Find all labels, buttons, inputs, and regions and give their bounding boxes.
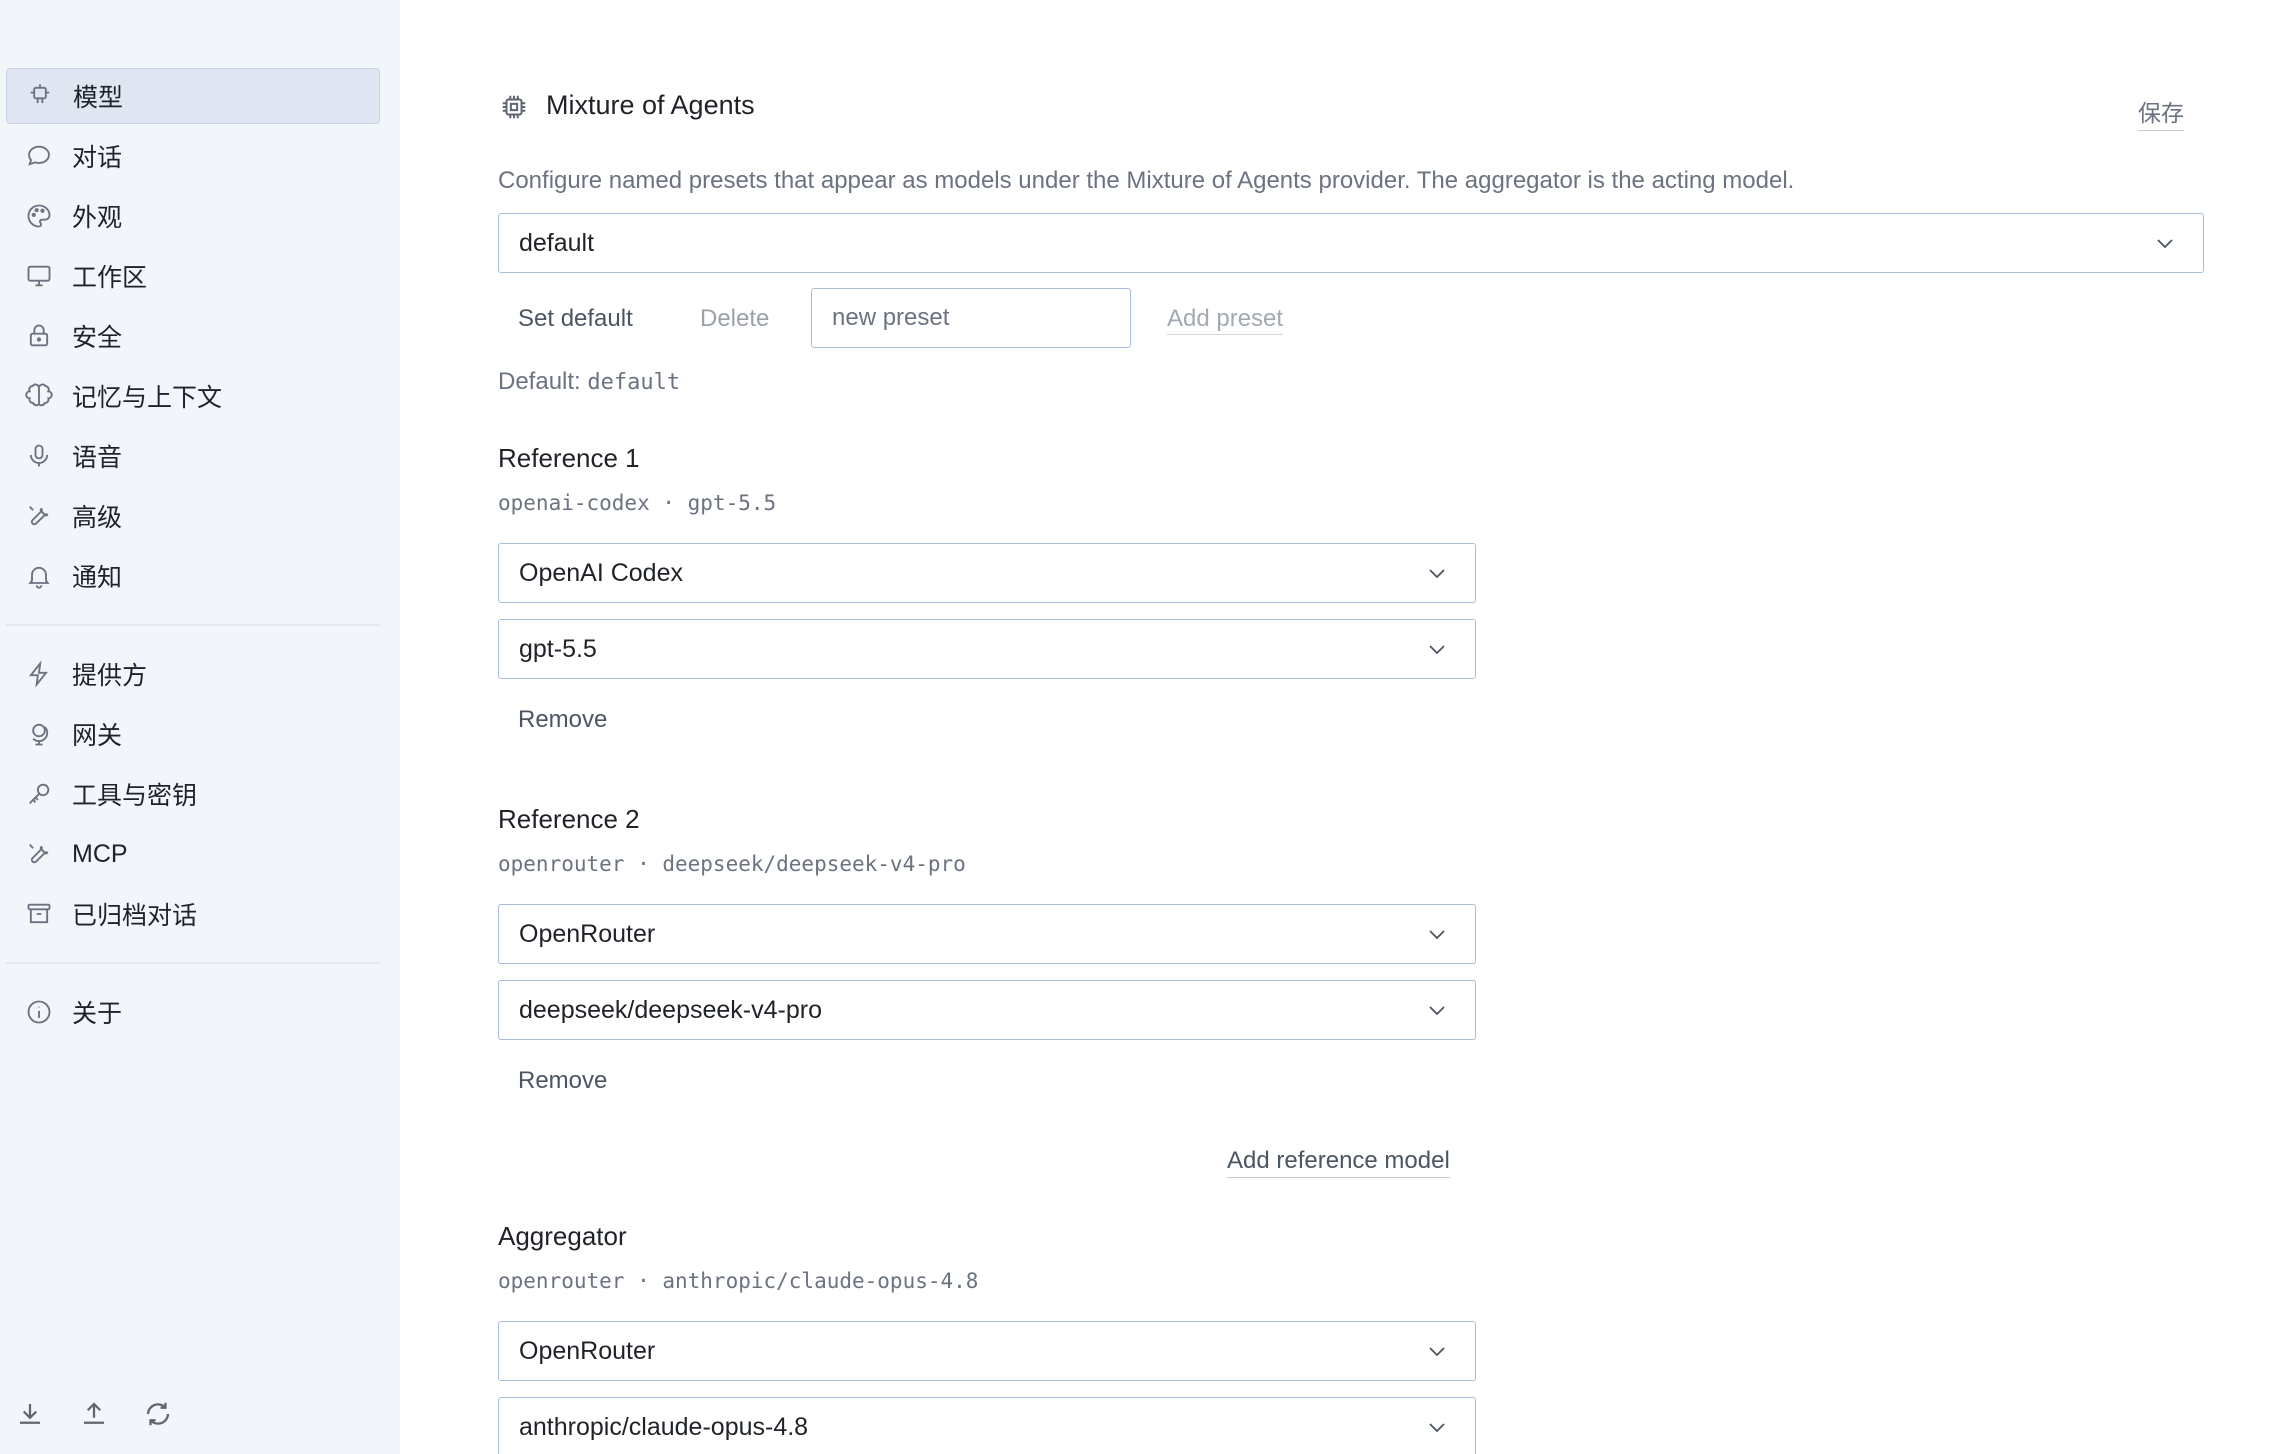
- archive-icon: [24, 899, 54, 929]
- sidebar-item-label: 外观: [72, 204, 123, 232]
- bell-icon: [24, 561, 54, 591]
- monitor-icon: [24, 261, 54, 291]
- provider-select-value: OpenAI Codex: [519, 558, 683, 587]
- sidebar-item-appearance[interactable]: 外观: [6, 188, 380, 244]
- wrench-icon: [24, 839, 54, 869]
- reference-1-title: Reference 1: [498, 443, 640, 473]
- sidebar-item-models[interactable]: 模型: [6, 68, 380, 124]
- upload-icon[interactable]: [78, 1398, 110, 1430]
- reference-2-model-select[interactable]: deepseek/deepseek-v4-pro: [498, 980, 1476, 1040]
- chevron-down-icon: [2153, 231, 2177, 255]
- palette-icon: [24, 201, 54, 231]
- reference-1-model-select[interactable]: gpt-5.5: [498, 619, 1476, 679]
- sidebar-divider: [6, 624, 380, 626]
- aggregator-provider-select[interactable]: OpenRouter: [498, 1321, 1476, 1381]
- reference-2-summary: openrouter · deepseek/deepseek-v4-pro: [498, 852, 966, 876]
- default-prefix: Default:: [498, 368, 581, 395]
- provider-select-value: OpenRouter: [519, 1336, 656, 1365]
- sidebar-item-chat[interactable]: 对话: [6, 128, 380, 184]
- lock-icon: [24, 321, 54, 351]
- add-reference-model-button[interactable]: Add reference model: [1227, 1147, 1450, 1178]
- main-panel: Mixture of Agents 保存 Configure named pre…: [400, 0, 2274, 1454]
- sidebar-item-voice[interactable]: 语音: [6, 428, 380, 484]
- default-preset-line: Default: default: [498, 368, 680, 396]
- brain-icon: [24, 381, 54, 411]
- info-icon: [24, 997, 54, 1027]
- sidebar-item-label: 记忆与上下文: [72, 384, 223, 412]
- reference-1-summary: openai-codex · gpt-5.5: [498, 491, 777, 515]
- key-icon: [24, 779, 54, 809]
- provider-select-value: OpenRouter: [519, 919, 656, 948]
- cpu-icon: [499, 92, 529, 122]
- sidebar-item-workspace[interactable]: 工作区: [6, 248, 380, 304]
- new-preset-input[interactable]: [811, 288, 1131, 348]
- aggregator-summary: openrouter · anthropic/claude-opus-4.8: [498, 1269, 979, 1293]
- sidebar-item-providers[interactable]: 提供方: [6, 646, 380, 702]
- sidebar-item-label: 通知: [72, 564, 123, 592]
- sidebar-item-security[interactable]: 安全: [6, 308, 380, 364]
- sidebar-item-label: 高级: [72, 504, 123, 532]
- sidebar-item-advanced[interactable]: 高级: [6, 488, 380, 544]
- reference-2-remove-button[interactable]: Remove: [518, 1067, 607, 1095]
- sidebar-item-label: MCP: [72, 839, 128, 868]
- sidebar-item-about[interactable]: 关于: [6, 984, 380, 1040]
- sidebar-item-memory[interactable]: 记忆与上下文: [6, 368, 380, 424]
- lightning-icon: [24, 659, 54, 689]
- chevron-down-icon: [1425, 1339, 1449, 1363]
- model-select-value: gpt-5.5: [519, 634, 597, 663]
- sidebar-item-tools-keys[interactable]: 工具与密钥: [6, 766, 380, 822]
- sidebar-item-label: 语音: [72, 444, 123, 472]
- default-value: default: [587, 370, 681, 395]
- globe-stand-icon: [24, 719, 54, 749]
- model-select-value: anthropic/claude-opus-4.8: [519, 1412, 809, 1441]
- sidebar-item-label: 工具与密钥: [72, 782, 198, 810]
- save-button[interactable]: 保存: [2138, 94, 2184, 131]
- aggregator-model-select[interactable]: anthropic/claude-opus-4.8: [498, 1397, 1476, 1454]
- sidebar-item-label: 已归档对话: [72, 902, 198, 930]
- chevron-down-icon: [1425, 561, 1449, 585]
- chevron-down-icon: [1425, 922, 1449, 946]
- sidebar-item-archived[interactable]: 已归档对话: [6, 886, 380, 942]
- chevron-down-icon: [1425, 1415, 1449, 1439]
- sidebar-item-mcp[interactable]: MCP: [6, 826, 380, 882]
- cpu-icon: [25, 81, 55, 111]
- reference-1-remove-button[interactable]: Remove: [518, 706, 607, 734]
- add-preset-button[interactable]: Add preset: [1167, 305, 1284, 335]
- sidebar-item-label: 对话: [72, 144, 123, 172]
- sidebar-divider: [6, 962, 380, 964]
- set-default-button[interactable]: Set default: [518, 305, 633, 333]
- sidebar-item-gateway[interactable]: 网关: [6, 706, 380, 762]
- sidebar: 模型 对话 外观 工作区 安全 记忆与上下文 语音 高级 通知 提供方 网关 工…: [0, 0, 400, 1454]
- sidebar-item-label: 网关: [72, 722, 123, 750]
- sidebar-item-notifications[interactable]: 通知: [6, 548, 380, 604]
- refresh-icon[interactable]: [142, 1398, 174, 1430]
- sidebar-item-label: 安全: [72, 324, 123, 352]
- sidebar-item-label: 关于: [72, 1000, 123, 1028]
- preset-select-value: default: [519, 228, 595, 257]
- reference-2-title: Reference 2: [498, 804, 640, 834]
- sidebar-footer: [14, 1398, 174, 1430]
- chevron-down-icon: [1425, 998, 1449, 1022]
- sidebar-item-label: 提供方: [72, 662, 148, 690]
- chevron-down-icon: [1425, 637, 1449, 661]
- chat-bubble-icon: [24, 141, 54, 171]
- download-icon[interactable]: [14, 1398, 46, 1430]
- aggregator-title: Aggregator: [498, 1221, 627, 1251]
- model-select-value: deepseek/deepseek-v4-pro: [519, 995, 822, 1024]
- sidebar-item-label: 工作区: [72, 264, 148, 292]
- reference-1-provider-select[interactable]: OpenAI Codex: [498, 543, 1476, 603]
- sidebar-item-label: 模型: [73, 84, 124, 112]
- delete-button[interactable]: Delete: [700, 305, 769, 333]
- preset-select[interactable]: default: [498, 213, 2204, 273]
- description: Configure named presets that appear as m…: [498, 167, 1795, 194]
- reference-2-provider-select[interactable]: OpenRouter: [498, 904, 1476, 964]
- page-title: Mixture of Agents: [546, 90, 755, 120]
- microphone-icon: [24, 441, 54, 471]
- wrench-icon: [24, 501, 54, 531]
